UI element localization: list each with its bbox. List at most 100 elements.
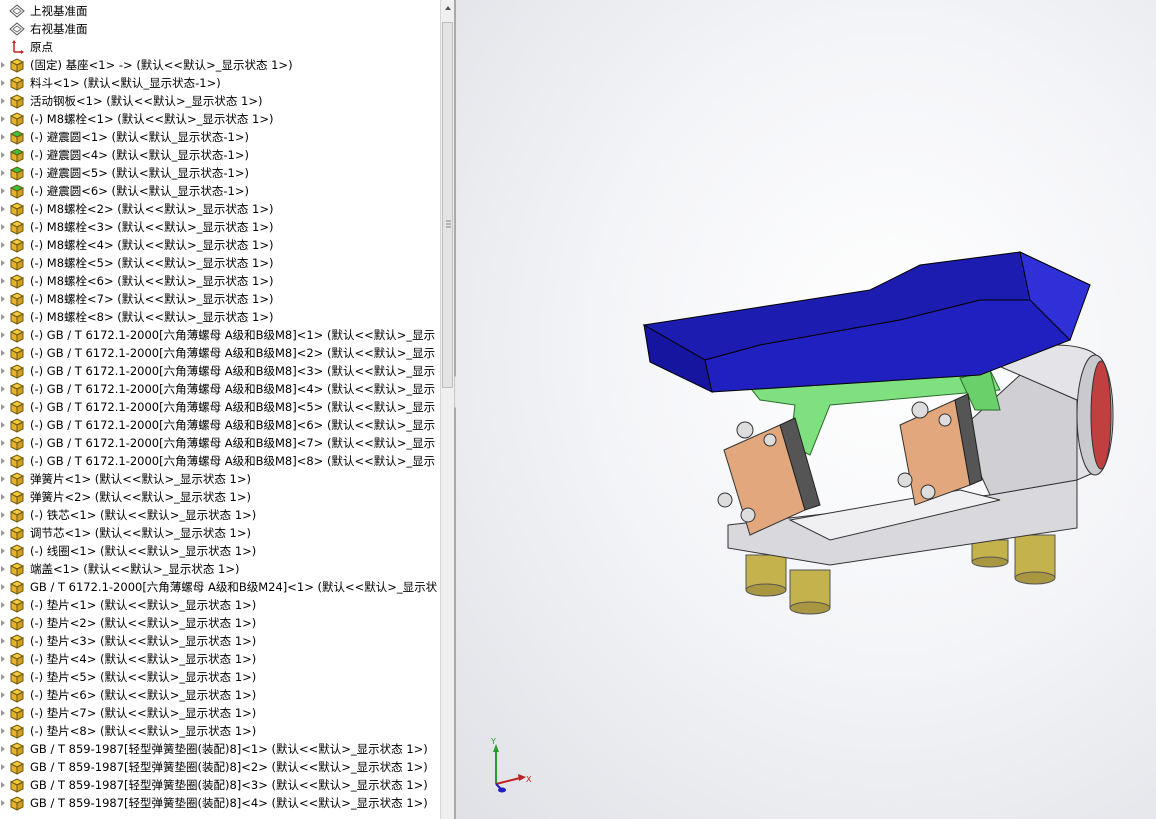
tree-item[interactable]: 端盖<1> (默认<<默认>_显示状态 1>) <box>0 560 440 578</box>
tree-item[interactable]: (-) M8螺栓<4> (默认<<默认>_显示状态 1>) <box>0 236 440 254</box>
tree-item[interactable]: (-) M8螺栓<8> (默认<<默认>_显示状态 1>) <box>0 308 440 326</box>
expand-arrow-icon[interactable] <box>0 470 8 488</box>
tree-item[interactable]: (-) 铁芯<1> (默认<<默认>_显示状态 1>) <box>0 506 440 524</box>
expand-arrow-icon[interactable] <box>0 398 8 416</box>
expand-arrow-icon[interactable] <box>0 380 8 398</box>
tree-item[interactable]: (-) GB / T 6172.1-2000[六角薄螺母 A级和B级M8]<5>… <box>0 398 440 416</box>
tree-item[interactable]: GB / T 859-1987[轻型弹簧垫圈(装配)8]<2> (默认<<默认>… <box>0 758 440 776</box>
tree-item-label: (-) GB / T 6172.1-2000[六角薄螺母 A级和B级M8]<3>… <box>30 364 436 378</box>
tree-item[interactable]: 弹簧片<2> (默认<<默认>_显示状态 1>) <box>0 488 440 506</box>
expand-arrow-icon[interactable] <box>0 488 8 506</box>
expand-arrow-icon[interactable] <box>0 578 8 596</box>
expand-arrow-icon[interactable] <box>0 56 8 74</box>
tree-item[interactable]: 调节芯<1> (默认<<默认>_显示状态 1>) <box>0 524 440 542</box>
part-icon <box>8 669 26 685</box>
tree-item[interactable]: (-) GB / T 6172.1-2000[六角薄螺母 A级和B级M8]<6>… <box>0 416 440 434</box>
expand-arrow-icon[interactable] <box>0 344 8 362</box>
tree-item-label: GB / T 6172.1-2000[六角薄螺母 A级和B级M24]<1> (默… <box>30 580 438 594</box>
expand-arrow-icon[interactable] <box>0 758 8 776</box>
expand-arrow-icon[interactable] <box>0 326 8 344</box>
tree-item[interactable]: (-) GB / T 6172.1-2000[六角薄螺母 A级和B级M8]<7>… <box>0 434 440 452</box>
expand-arrow-icon[interactable] <box>0 416 8 434</box>
tree-item[interactable]: (-) 避震圆<4> (默认<默认_显示状态-1>) <box>0 146 440 164</box>
part-icon <box>8 633 26 649</box>
tree-item[interactable]: (-) GB / T 6172.1-2000[六角薄螺母 A级和B级M8]<4>… <box>0 380 440 398</box>
expand-arrow-icon[interactable] <box>0 740 8 758</box>
expand-arrow-icon[interactable] <box>0 794 8 812</box>
expand-arrow-icon[interactable] <box>0 668 8 686</box>
expand-arrow-icon[interactable] <box>0 542 8 560</box>
expand-arrow-icon[interactable] <box>0 92 8 110</box>
tree-item[interactable]: (-) 垫片<5> (默认<<默认>_显示状态 1>) <box>0 668 440 686</box>
expand-arrow-icon[interactable] <box>0 506 8 524</box>
scroll-up-arrow-icon[interactable] <box>443 3 453 13</box>
expand-arrow-icon[interactable] <box>0 686 8 704</box>
tree-item[interactable]: (-) 垫片<3> (默认<<默认>_显示状态 1>) <box>0 632 440 650</box>
expand-arrow-icon[interactable] <box>0 524 8 542</box>
tree-item[interactable]: (-) 线圈<1> (默认<<默认>_显示状态 1>) <box>0 542 440 560</box>
tree-item[interactable]: (-) GB / T 6172.1-2000[六角薄螺母 A级和B级M8]<3>… <box>0 362 440 380</box>
expand-arrow-icon[interactable] <box>0 704 8 722</box>
tree-item[interactable]: (-) 避震圆<6> (默认<默认_显示状态-1>) <box>0 182 440 200</box>
tree-item-label: (-) 线圈<1> (默认<<默认>_显示状态 1>) <box>30 544 257 558</box>
scroll-thumb[interactable] <box>442 22 453 388</box>
expand-arrow-icon[interactable] <box>0 560 8 578</box>
tree-item[interactable]: 上视基准面 <box>0 2 440 20</box>
tree-item[interactable]: GB / T 859-1987[轻型弹簧垫圈(装配)8]<3> (默认<<默认>… <box>0 776 440 794</box>
expand-arrow-icon[interactable] <box>0 596 8 614</box>
tree-item[interactable]: 料斗<1> (默认<默认_显示状态-1>) <box>0 74 440 92</box>
expand-arrow-icon[interactable] <box>0 128 8 146</box>
expand-arrow-icon[interactable] <box>0 776 8 794</box>
tree-item[interactable]: (-) 垫片<1> (默认<<默认>_显示状态 1>) <box>0 596 440 614</box>
expand-arrow-icon[interactable] <box>0 218 8 236</box>
tree-item[interactable]: GB / T 6172.1-2000[六角薄螺母 A级和B级M24]<1> (默… <box>0 578 440 596</box>
tree-item[interactable]: (-) M8螺栓<1> (默认<<默认>_显示状态 1>) <box>0 110 440 128</box>
tree-item[interactable]: (-) 垫片<6> (默认<<默认>_显示状态 1>) <box>0 686 440 704</box>
expand-arrow-icon[interactable] <box>0 200 8 218</box>
tree-item[interactable]: (-) M8螺栓<6> (默认<<默认>_显示状态 1>) <box>0 272 440 290</box>
expand-arrow-icon[interactable] <box>0 362 8 380</box>
tree-item[interactable]: (-) 垫片<7> (默认<<默认>_显示状态 1>) <box>0 704 440 722</box>
expand-arrow-icon[interactable] <box>0 308 8 326</box>
tree-item[interactable]: (-) M8螺栓<7> (默认<<默认>_显示状态 1>) <box>0 290 440 308</box>
expand-arrow-icon[interactable] <box>0 236 8 254</box>
tree-scrollbar[interactable] <box>440 0 455 819</box>
tree-item[interactable]: (-) GB / T 6172.1-2000[六角薄螺母 A级和B级M8]<8>… <box>0 452 440 470</box>
tree-item[interactable]: (-) 避震圆<5> (默认<默认_显示状态-1>) <box>0 164 440 182</box>
expand-arrow-icon[interactable] <box>0 434 8 452</box>
tree-item[interactable]: (-) 避震圆<1> (默认<默认_显示状态-1>) <box>0 128 440 146</box>
assembly-model[interactable] <box>456 0 1156 819</box>
expand-arrow-icon[interactable] <box>0 650 8 668</box>
tree-item[interactable]: (-) 垫片<4> (默认<<默认>_显示状态 1>) <box>0 650 440 668</box>
tree-item[interactable]: GB / T 859-1987[轻型弹簧垫圈(装配)8]<4> (默认<<默认>… <box>0 794 440 812</box>
tree-item-label: (-) M8螺栓<7> (默认<<默认>_显示状态 1>) <box>30 292 274 306</box>
tree-item[interactable]: 活动钢板<1> (默认<<默认>_显示状态 1>) <box>0 92 440 110</box>
expand-arrow-icon[interactable] <box>0 290 8 308</box>
tree-item[interactable]: (-) M8螺栓<3> (默认<<默认>_显示状态 1>) <box>0 218 440 236</box>
tree-item[interactable]: (-) 垫片<8> (默认<<默认>_显示状态 1>) <box>0 722 440 740</box>
expand-arrow-icon[interactable] <box>0 452 8 470</box>
tree-item[interactable]: 原点 <box>0 38 440 56</box>
feature-manager-tree[interactable]: 上视基准面 右视基准面 原点 (固定) 基座<1> -> (默认<<默认>_显示状态 … <box>0 0 440 819</box>
expand-arrow-icon[interactable] <box>0 632 8 650</box>
tree-item[interactable]: (固定) 基座<1> -> (默认<<默认>_显示状态 1>) <box>0 56 440 74</box>
expand-arrow-icon[interactable] <box>0 146 8 164</box>
tree-item[interactable]: (-) 垫片<2> (默认<<默认>_显示状态 1>) <box>0 614 440 632</box>
tree-item[interactable]: 右视基准面 <box>0 20 440 38</box>
tree-item[interactable]: (-) GB / T 6172.1-2000[六角薄螺母 A级和B级M8]<2>… <box>0 344 440 362</box>
expand-arrow-icon[interactable] <box>0 110 8 128</box>
expand-arrow-icon[interactable] <box>0 254 8 272</box>
expand-arrow-icon[interactable] <box>0 722 8 740</box>
expand-arrow-icon[interactable] <box>0 182 8 200</box>
expand-arrow-icon[interactable] <box>0 164 8 182</box>
expand-arrow-icon[interactable] <box>0 272 8 290</box>
expand-arrow-icon[interactable] <box>0 614 8 632</box>
tree-item[interactable]: (-) GB / T 6172.1-2000[六角薄螺母 A级和B级M8]<1>… <box>0 326 440 344</box>
part-icon <box>8 363 26 379</box>
expand-arrow-icon[interactable] <box>0 74 8 92</box>
tree-item[interactable]: GB / T 859-1987[轻型弹簧垫圈(装配)8]<1> (默认<<默认>… <box>0 740 440 758</box>
tree-item[interactable]: (-) M8螺栓<5> (默认<<默认>_显示状态 1>) <box>0 254 440 272</box>
tree-item[interactable]: (-) M8螺栓<2> (默认<<默认>_显示状态 1>) <box>0 200 440 218</box>
graphics-viewport[interactable]: Y X <box>456 0 1156 819</box>
tree-item[interactable]: 弹簧片<1> (默认<<默认>_显示状态 1>) <box>0 470 440 488</box>
